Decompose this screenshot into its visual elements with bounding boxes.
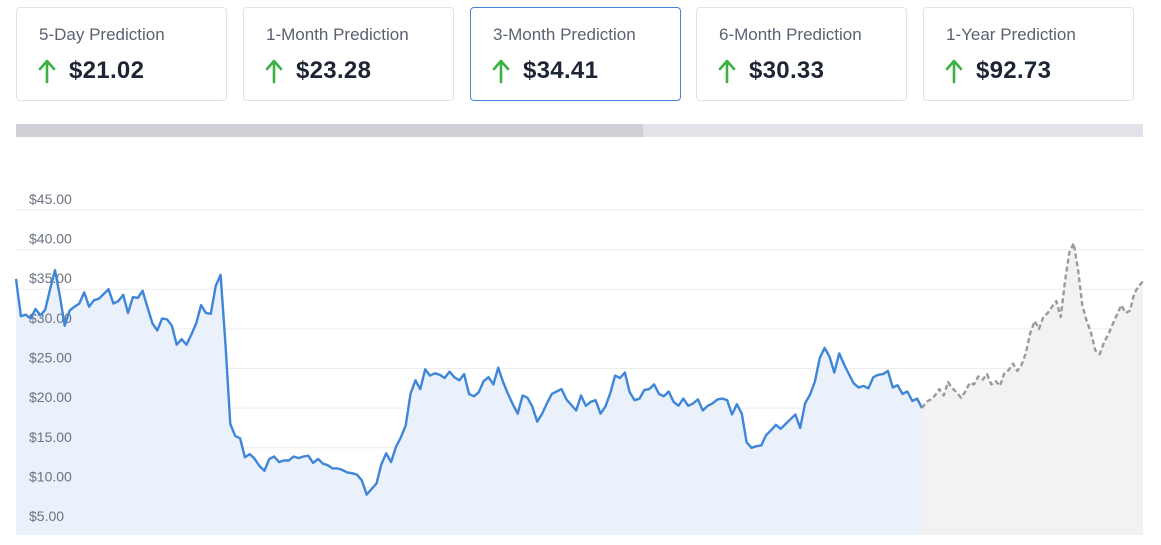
y-tick-label: $20.00 <box>29 389 72 405</box>
prediction-value: 23.28 <box>309 57 372 84</box>
prediction-value: 30.33 <box>762 57 825 84</box>
prediction-value-row: $92.73 <box>944 57 1051 85</box>
y-tick-label: $40.00 <box>29 231 72 247</box>
prediction-value: 21.02 <box>82 57 145 84</box>
arrow-up-icon <box>945 59 963 84</box>
prediction-card-label: 6-Month Prediction <box>719 25 862 44</box>
prediction-card-3-month[interactable]: 3-Month Prediction $34.41 <box>470 7 681 101</box>
y-axis-ticks: $45.00$40.00$35.00$30.00$25.00$20.00$15.… <box>29 191 72 524</box>
arrow-up-icon <box>718 59 736 84</box>
currency-symbol: $ <box>749 57 763 84</box>
scroll-progress-fill <box>16 124 643 137</box>
currency-symbol: $ <box>976 57 990 84</box>
currency-symbol: $ <box>523 57 537 84</box>
y-tick-label: $25.00 <box>29 350 72 366</box>
history-area-fill <box>16 270 922 535</box>
price-chart: $45.00$40.00$35.00$30.00$25.00$20.00$15.… <box>14 191 1144 535</box>
arrow-up-icon <box>38 59 56 84</box>
prediction-value-row: $23.28 <box>264 57 371 85</box>
prediction-card-1-year[interactable]: 1-Year Prediction $92.73 <box>923 7 1134 101</box>
y-tick-label: $15.00 <box>29 429 72 445</box>
prediction-card-label: 1-Month Prediction <box>266 25 409 44</box>
scroll-progress-bar[interactable] <box>16 124 1143 137</box>
prediction-cards: 5-Day Prediction $21.02 1-Month Predicti… <box>16 7 1136 103</box>
prediction-value-row: $34.41 <box>491 57 598 85</box>
prediction-card-label: 5-Day Prediction <box>39 25 165 44</box>
prediction-value: 92.73 <box>989 57 1052 84</box>
currency-symbol: $ <box>69 57 83 84</box>
arrow-up-icon <box>492 59 510 84</box>
prediction-card-label: 1-Year Prediction <box>946 25 1076 44</box>
prediction-value-row: $30.33 <box>717 57 824 85</box>
prediction-card-6-month[interactable]: 6-Month Prediction $30.33 <box>696 7 907 101</box>
y-tick-label: $10.00 <box>29 468 72 484</box>
y-tick-label: $45.00 <box>29 191 72 207</box>
arrow-up-icon <box>265 59 283 84</box>
prediction-value-row: $21.02 <box>37 57 144 85</box>
prediction-card-1-month[interactable]: 1-Month Prediction $23.28 <box>243 7 454 101</box>
prediction-value: 34.41 <box>536 57 599 84</box>
prediction-card-label: 3-Month Prediction <box>493 25 636 44</box>
y-tick-label: $5.00 <box>29 508 64 524</box>
prediction-card-5-day[interactable]: 5-Day Prediction $21.02 <box>16 7 227 101</box>
currency-symbol: $ <box>296 57 310 84</box>
forecast-area-fill <box>922 243 1143 535</box>
